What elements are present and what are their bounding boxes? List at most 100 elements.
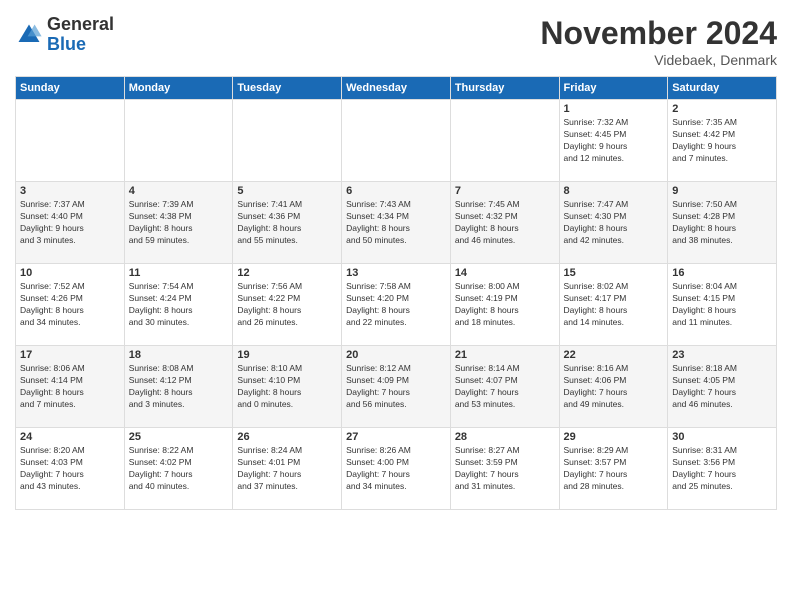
day-info: Sunrise: 8:12 AMSunset: 4:09 PMDaylight:… [346, 363, 446, 411]
day-info: Sunrise: 8:06 AMSunset: 4:14 PMDaylight:… [20, 363, 120, 411]
table-row: 11 Sunrise: 7:54 AMSunset: 4:24 PMDayligh… [124, 264, 233, 346]
day-number: 24 [20, 431, 120, 443]
day-number: 3 [20, 185, 120, 197]
day-number: 17 [20, 349, 120, 361]
day-info: Sunrise: 7:54 AMSunset: 4:24 PMDaylight:… [129, 281, 229, 329]
day-info: Sunrise: 8:00 AMSunset: 4:19 PMDaylight:… [455, 281, 555, 329]
day-number: 10 [20, 267, 120, 279]
day-number: 26 [237, 431, 337, 443]
day-number: 30 [672, 431, 772, 443]
day-number: 28 [455, 431, 555, 443]
table-row: 9 Sunrise: 7:50 AMSunset: 4:28 PMDaylight… [668, 182, 777, 264]
day-number: 5 [237, 185, 337, 197]
title-area: November 2024 Videbaek, Denmark [540, 15, 777, 68]
table-row: 5 Sunrise: 7:41 AMSunset: 4:36 PMDaylight… [233, 182, 342, 264]
table-row [16, 100, 125, 182]
table-row: 4 Sunrise: 7:39 AMSunset: 4:38 PMDaylight… [124, 182, 233, 264]
day-number: 14 [455, 267, 555, 279]
day-number: 19 [237, 349, 337, 361]
table-row [450, 100, 559, 182]
day-info: Sunrise: 8:08 AMSunset: 4:12 PMDaylight:… [129, 363, 229, 411]
day-number: 25 [129, 431, 229, 443]
table-row [233, 100, 342, 182]
table-row: 13Sunrise: 7:58 AMSunset: 4:20 PMDayligh… [342, 264, 451, 346]
day-number: 11 [129, 267, 229, 279]
day-info: Sunrise: 7:37 AMSunset: 4:40 PMDaylight:… [20, 199, 120, 247]
table-row: 6 Sunrise: 7:43 AMSunset: 4:34 PMDaylight… [342, 182, 451, 264]
table-row: 21 Sunrise: 8:14 AMSunset: 4:07 PMDayligh… [450, 346, 559, 428]
table-row: 22Sunrise: 8:16 AMSunset: 4:06 PMDayligh… [559, 346, 668, 428]
table-row: 7Sunrise: 7:45 AMSunset: 4:32 PMDaylight… [450, 182, 559, 264]
table-row: 15 Sunrise: 8:02 AMSunset: 4:17 PMDayligh… [559, 264, 668, 346]
page-header: General Blue November 2024 Videbaek, Den… [15, 15, 777, 68]
day-number: 1 [564, 103, 664, 115]
day-number: 20 [346, 349, 446, 361]
table-row: 14 Sunrise: 8:00 AMSunset: 4:19 PMDayligh… [450, 264, 559, 346]
calendar-week-row: 1 Sunrise: 7:32 AMSunset: 4:45 PMDaylight… [16, 100, 777, 182]
day-info: Sunrise: 8:14 AMSunset: 4:07 PMDaylight:… [455, 363, 555, 411]
day-number: 2 [672, 103, 772, 115]
calendar: Sunday Monday Tuesday Wednesday Thursday… [15, 76, 777, 510]
day-number: 12 [237, 267, 337, 279]
day-info: Sunrise: 7:39 AMSunset: 4:38 PMDaylight:… [129, 199, 229, 247]
calendar-week-row: 3 Sunrise: 7:37 AMSunset: 4:40 PMDaylight… [16, 182, 777, 264]
day-info: Sunrise: 7:47 AMSunset: 4:30 PMDaylight:… [564, 199, 664, 247]
day-number: 23 [672, 349, 772, 361]
location: Videbaek, Denmark [540, 52, 777, 68]
table-row: 17 Sunrise: 8:06 AMSunset: 4:14 PMDayligh… [16, 346, 125, 428]
day-number: 9 [672, 185, 772, 197]
table-row: 26 Sunrise: 8:24 AMSunset: 4:01 PMDayligh… [233, 428, 342, 510]
calendar-week-row: 24Sunrise: 8:20 AMSunset: 4:03 PMDayligh… [16, 428, 777, 510]
day-number: 27 [346, 431, 446, 443]
day-info: Sunrise: 7:50 AMSunset: 4:28 PMDaylight:… [672, 199, 772, 247]
day-info: Sunrise: 8:29 AMSunset: 3:57 PMDaylight:… [564, 445, 664, 493]
logo-text: General Blue [47, 15, 114, 55]
day-number: 29 [564, 431, 664, 443]
calendar-week-row: 17 Sunrise: 8:06 AMSunset: 4:14 PMDayligh… [16, 346, 777, 428]
day-number: 21 [455, 349, 555, 361]
day-info: Sunrise: 8:18 AMSunset: 4:05 PMDaylight:… [672, 363, 772, 411]
day-number: 15 [564, 267, 664, 279]
month-title: November 2024 [540, 15, 777, 52]
table-row: 8 Sunrise: 7:47 AMSunset: 4:30 PMDaylight… [559, 182, 668, 264]
col-friday: Friday [559, 77, 668, 100]
col-monday: Monday [124, 77, 233, 100]
day-number: 7 [455, 185, 555, 197]
day-info: Sunrise: 7:52 AMSunset: 4:26 PMDaylight:… [20, 281, 120, 329]
day-number: 22 [564, 349, 664, 361]
col-wednesday: Wednesday [342, 77, 451, 100]
table-row: 3 Sunrise: 7:37 AMSunset: 4:40 PMDaylight… [16, 182, 125, 264]
day-number: 4 [129, 185, 229, 197]
table-row: 23 Sunrise: 8:18 AMSunset: 4:05 PMDayligh… [668, 346, 777, 428]
table-row [124, 100, 233, 182]
day-info: Sunrise: 7:32 AMSunset: 4:45 PMDaylight:… [564, 117, 664, 165]
table-row: 1 Sunrise: 7:32 AMSunset: 4:45 PMDaylight… [559, 100, 668, 182]
calendar-week-row: 10 Sunrise: 7:52 AMSunset: 4:26 PMDayligh… [16, 264, 777, 346]
day-info: Sunrise: 8:27 AMSunset: 3:59 PMDaylight:… [455, 445, 555, 493]
col-tuesday: Tuesday [233, 77, 342, 100]
day-info: Sunrise: 8:31 AMSunset: 3:56 PMDaylight:… [672, 445, 772, 493]
table-row: 30 Sunrise: 8:31 AMSunset: 3:56 PMDayligh… [668, 428, 777, 510]
col-thursday: Thursday [450, 77, 559, 100]
table-row: 28 Sunrise: 8:27 AMSunset: 3:59 PMDayligh… [450, 428, 559, 510]
day-number: 8 [564, 185, 664, 197]
col-sunday: Sunday [16, 77, 125, 100]
table-row: 25 Sunrise: 8:22 AMSunset: 4:02 PMDayligh… [124, 428, 233, 510]
day-info: Sunrise: 8:10 AMSunset: 4:10 PMDaylight:… [237, 363, 337, 411]
day-info: Sunrise: 7:41 AMSunset: 4:36 PMDaylight:… [237, 199, 337, 247]
day-number: 6 [346, 185, 446, 197]
table-row: 2 Sunrise: 7:35 AMSunset: 4:42 PMDaylight… [668, 100, 777, 182]
table-row: 24Sunrise: 8:20 AMSunset: 4:03 PMDayligh… [16, 428, 125, 510]
day-info: Sunrise: 8:22 AMSunset: 4:02 PMDaylight:… [129, 445, 229, 493]
col-saturday: Saturday [668, 77, 777, 100]
day-info: Sunrise: 8:24 AMSunset: 4:01 PMDaylight:… [237, 445, 337, 493]
day-info: Sunrise: 7:35 AMSunset: 4:42 PMDaylight:… [672, 117, 772, 165]
day-number: 18 [129, 349, 229, 361]
table-row: 18 Sunrise: 8:08 AMSunset: 4:12 PMDayligh… [124, 346, 233, 428]
day-info: Sunrise: 7:43 AMSunset: 4:34 PMDaylight:… [346, 199, 446, 247]
day-number: 16 [672, 267, 772, 279]
day-info: Sunrise: 8:02 AMSunset: 4:17 PMDaylight:… [564, 281, 664, 329]
logo: General Blue [15, 15, 114, 55]
calendar-header-row: Sunday Monday Tuesday Wednesday Thursday… [16, 77, 777, 100]
day-number: 13 [346, 267, 446, 279]
